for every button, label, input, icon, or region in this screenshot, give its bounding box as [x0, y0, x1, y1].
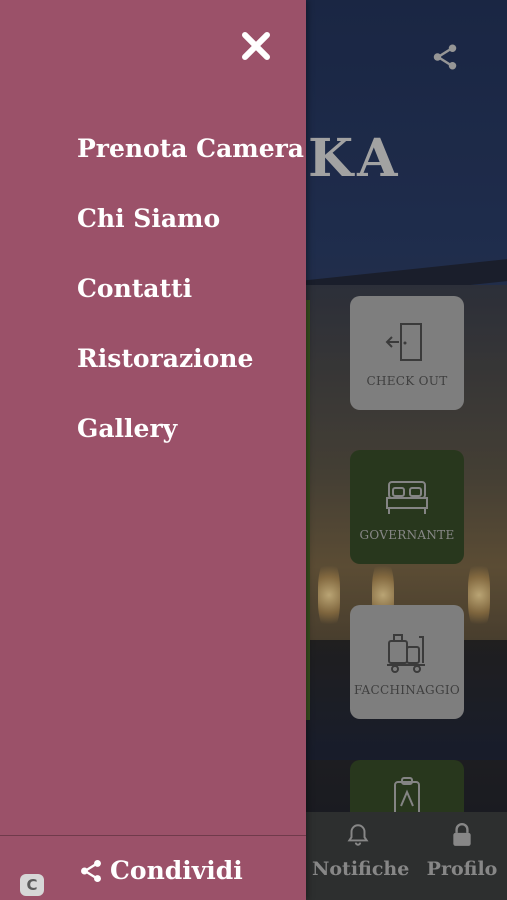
- app-badge-icon: C: [20, 874, 44, 896]
- navigation-drawer: Prenota Camera Chi Siamo Contatti Ristor…: [0, 0, 306, 900]
- share-button[interactable]: Condividi: [78, 856, 243, 885]
- menu-item-gallery[interactable]: Gallery: [77, 410, 304, 480]
- drawer-footer: C Condividi: [0, 836, 306, 900]
- menu-item-contatti[interactable]: Contatti: [77, 270, 304, 340]
- drawer-menu: Prenota Camera Chi Siamo Contatti Ristor…: [77, 130, 304, 480]
- menu-item-chi-siamo[interactable]: Chi Siamo: [77, 200, 304, 270]
- close-icon[interactable]: [238, 28, 274, 64]
- share-label: Condividi: [110, 856, 243, 885]
- menu-item-ristorazione[interactable]: Ristorazione: [77, 340, 304, 410]
- menu-item-prenota-camera[interactable]: Prenota Camera: [77, 130, 304, 200]
- share-icon: [81, 859, 101, 882]
